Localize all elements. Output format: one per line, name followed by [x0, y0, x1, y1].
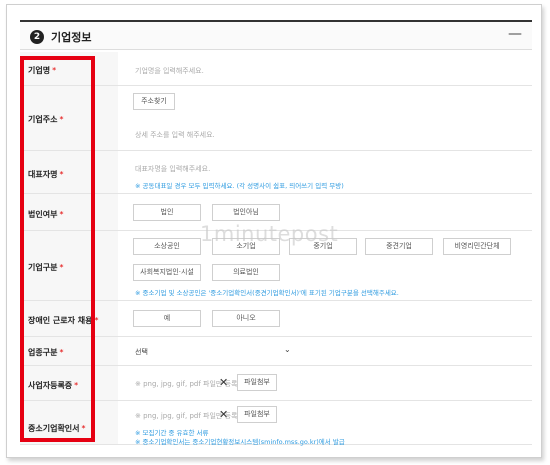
- company-type-nonprofit[interactable]: 비영리민간단체: [443, 238, 511, 255]
- remove-file-icon[interactable]: ✕: [219, 377, 228, 388]
- sme-certificate-note-2: ※ 중소기업확인서는 중소기업현황정보시스템(sminfo.mss.go.kr)…: [135, 438, 345, 446]
- company-type-midsize-enterprise[interactable]: 중견기업: [365, 238, 433, 255]
- watermark: 1minutepost: [200, 222, 339, 246]
- ceo-name-input[interactable]: 대표자명을 입력해주세요.: [135, 164, 210, 174]
- ceo-name-note: ※ 공동대표일 경우 모두 입력하세요. (각 성명사이 쉼표, 띄어쓰기 입력…: [135, 182, 344, 190]
- address-detail-input[interactable]: 상세 주소를 입력 해주세요.: [135, 130, 215, 140]
- sme-certificate-file-hint: ※ png, jpg, gif, pdf 파일만 등록 가능: [135, 412, 253, 420]
- step-number-badge: 2: [30, 30, 44, 44]
- chevron-down-icon[interactable]: ⌄: [284, 345, 291, 354]
- industry-select[interactable]: 선택: [135, 347, 148, 357]
- corporate-option-yes[interactable]: 법인: [133, 204, 201, 221]
- section-header[interactable]: 2 기업정보 —: [20, 20, 532, 50]
- disabled-hiring-no[interactable]: 아니오: [212, 310, 280, 327]
- address-search-button[interactable]: 주소찾기: [133, 93, 175, 110]
- collapse-icon[interactable]: —: [508, 27, 522, 41]
- company-type-note: ※ 중소기업 및 소상공인은 '중소기업확인서(중견기업확인서)'에 표기된 기…: [135, 289, 399, 297]
- section-title: 기업정보: [51, 31, 92, 44]
- company-type-social-welfare[interactable]: 사회복지법인·시설: [133, 264, 201, 281]
- disabled-hiring-yes[interactable]: 예: [133, 310, 201, 327]
- remove-file-icon[interactable]: ✕: [219, 409, 228, 420]
- company-type-medical[interactable]: 의료법인: [212, 264, 280, 281]
- sme-certificate-attach-button[interactable]: 파일첨부: [237, 406, 277, 423]
- company-type-small-business[interactable]: 소상공인: [133, 238, 201, 255]
- highlight-box: [20, 56, 95, 442]
- company-name-input[interactable]: 기업명을 입력해주세요.: [135, 66, 204, 76]
- business-registration-file-hint: ※ png, jpg, gif, pdf 파일만 등록 가능: [135, 380, 253, 388]
- corporate-option-no[interactable]: 법인아님: [212, 204, 280, 221]
- business-registration-attach-button[interactable]: 파일첨부: [237, 374, 277, 391]
